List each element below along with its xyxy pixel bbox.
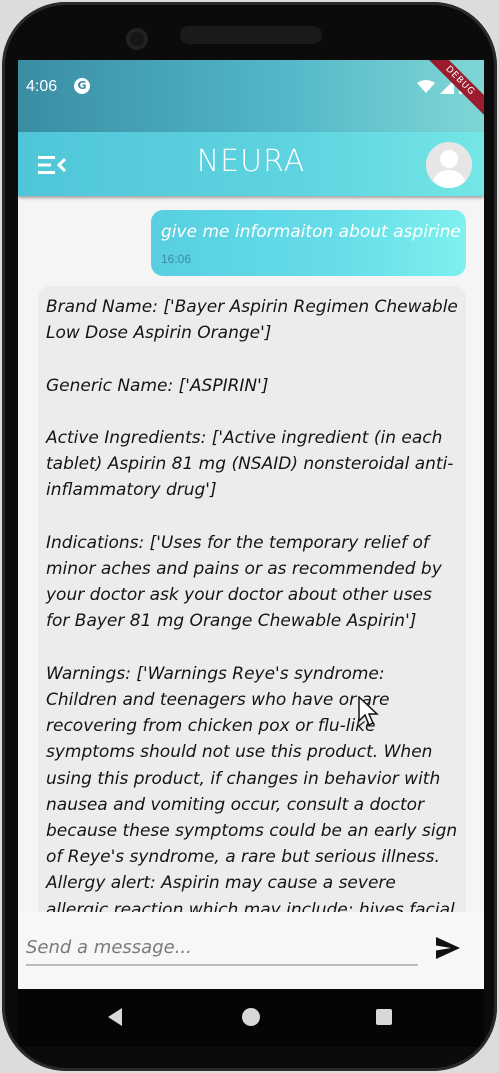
bot-message-text: Brand Name: ['Bayer Aspirin Regimen Chew…: [46, 297, 458, 912]
user-message-text: give me informaiton about aspirine: [161, 222, 461, 242]
app-title: NEURA: [196, 144, 306, 179]
chat-list[interactable]: give me informaiton about aspirine 16:06…: [18, 196, 484, 912]
mouse-cursor-icon: [358, 695, 382, 734]
g-circle-icon: G: [74, 78, 90, 94]
bot-message-bubble: Brand Name: ['Bayer Aspirin Regimen Chew…: [38, 286, 466, 912]
status-bar: 4:06 G DEBUG: [18, 60, 484, 132]
send-icon[interactable]: [434, 934, 462, 962]
back-icon[interactable]: [106, 1007, 124, 1027]
user-message-bubble: give me informaiton about aspirine 16:06: [151, 210, 466, 276]
message-input[interactable]: [26, 930, 418, 966]
wifi-icon: [416, 79, 435, 93]
app-screen: 4:06 G DEBUG NEURA give me informaiton a…: [18, 60, 484, 989]
status-time: 4:06: [26, 78, 58, 95]
message-composer: [18, 912, 484, 989]
user-message-time: 16:06: [161, 252, 192, 266]
person-icon[interactable]: [426, 142, 472, 188]
home-icon[interactable]: [242, 1008, 260, 1026]
app-bar: NEURA: [18, 132, 484, 196]
system-nav-bar: [18, 989, 484, 1047]
earpiece-speaker: [180, 26, 322, 44]
front-camera: [126, 28, 148, 50]
recents-icon[interactable]: [376, 1009, 392, 1025]
phone-frame: 4:06 G DEBUG NEURA give me informaiton a…: [2, 2, 497, 1071]
